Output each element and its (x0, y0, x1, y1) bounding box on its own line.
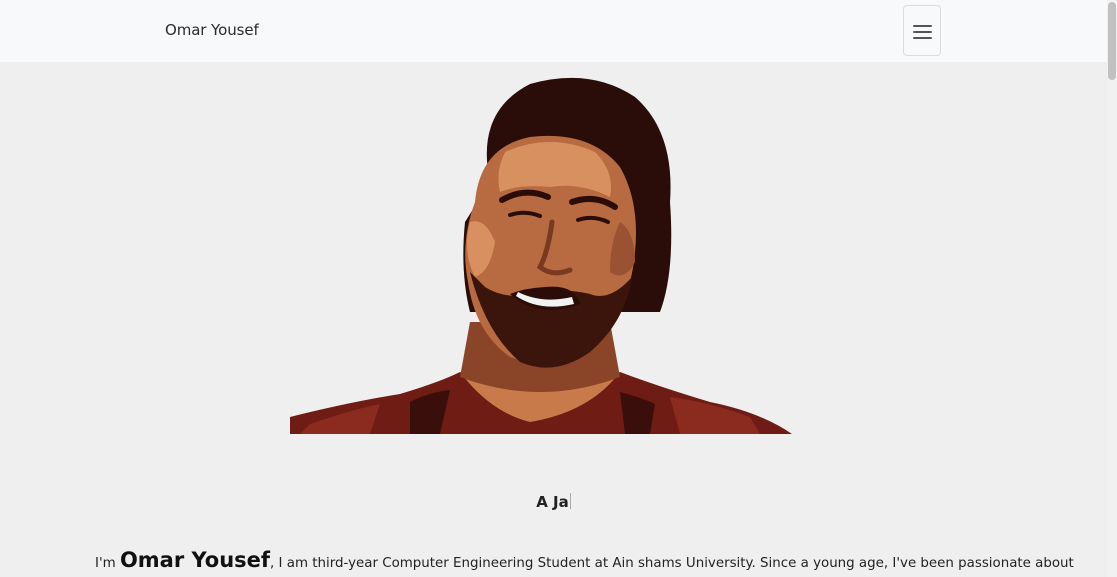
page-scrollbar[interactable] (1107, 0, 1117, 577)
navbar: Omar Yousef (0, 0, 1107, 62)
intro-prefix: I'm (95, 556, 120, 571)
navbar-toggler-button[interactable] (903, 5, 941, 56)
brand-link[interactable]: Omar Yousef (165, 21, 259, 39)
typing-caret (569, 493, 571, 509)
typed-headline: A Ja (0, 493, 1107, 511)
intro-paragraph: I'm Omar Yousef, I am third-year Compute… (95, 548, 1095, 572)
scrollbar-thumb[interactable] (1108, 2, 1116, 80)
profile-portrait (290, 77, 792, 434)
intro-name: Omar Yousef (119, 548, 271, 572)
typed-text: A Ja (536, 493, 569, 511)
intro-suffix: , I am third-year Computer Engineering S… (270, 556, 1074, 571)
